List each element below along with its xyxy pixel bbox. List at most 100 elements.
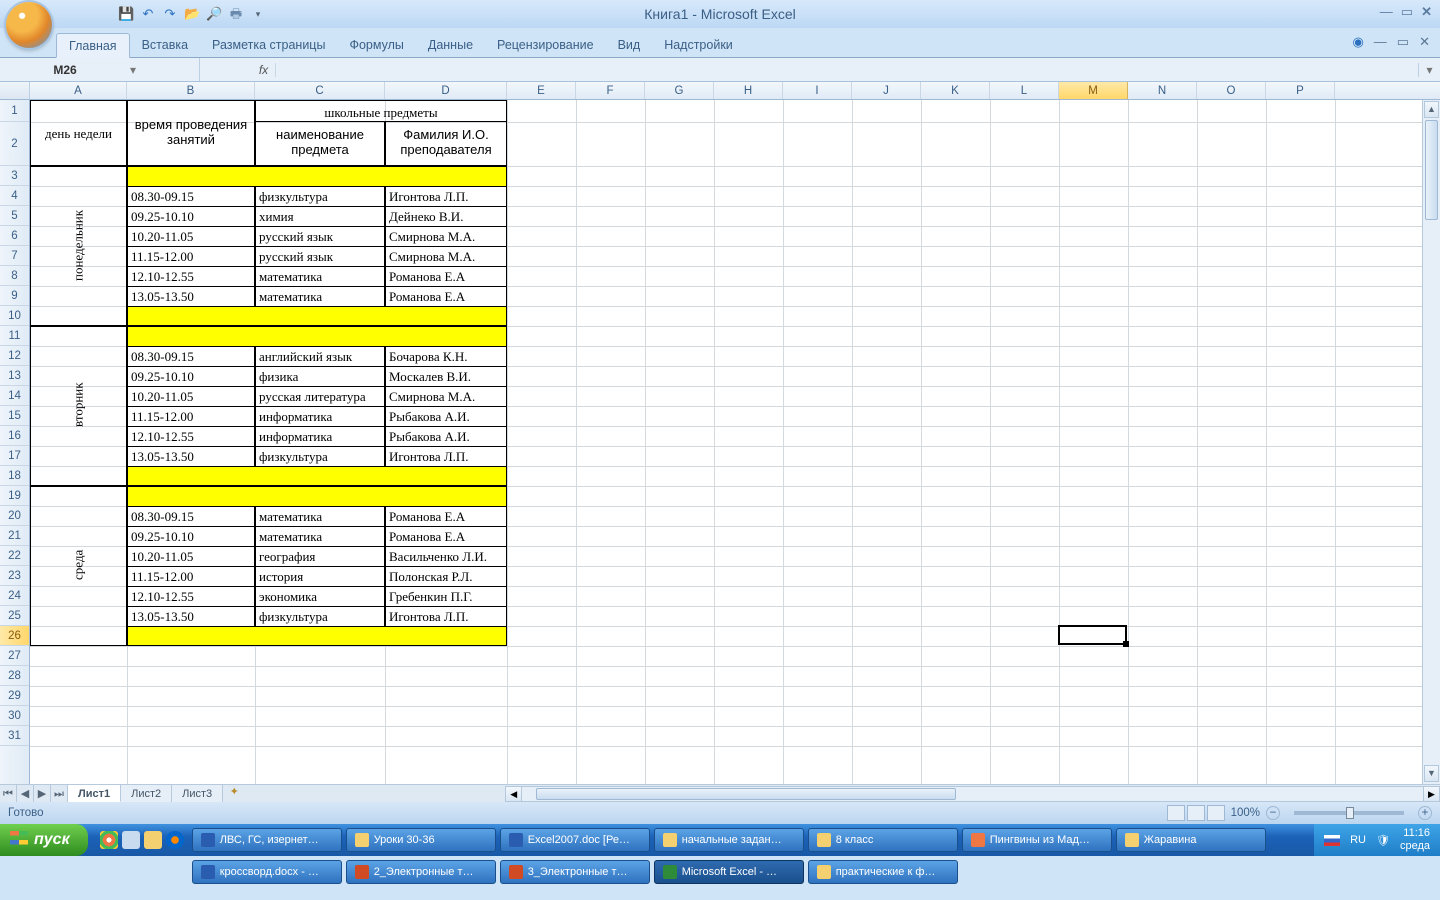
time-2-2[interactable]: 10.20-11.05 [127, 546, 255, 566]
teacher-0-0[interactable]: Игонтова Л.П. [385, 186, 507, 206]
normal-view-icon[interactable] [1167, 805, 1185, 821]
hdr-subject-name[interactable]: наименованиепредмета [255, 122, 385, 166]
tray-flag-icon[interactable] [1324, 835, 1340, 846]
teacher-2-4[interactable]: Гребенкин П.Г. [385, 586, 507, 606]
subj-0-2[interactable]: русский язык [255, 226, 385, 246]
time-0-4[interactable]: 12.10-12.55 [127, 266, 255, 286]
hdr-teacher[interactable]: Фамилия И.О.преподавателя [385, 122, 507, 166]
hscroll-thumb[interactable] [536, 788, 956, 800]
sheet-tab-1[interactable]: Лист2 [121, 785, 172, 802]
hdr-day[interactable]: день недели [30, 100, 127, 166]
yellow-bot-0[interactable] [127, 306, 507, 326]
row-header-30[interactable]: 30 [0, 706, 29, 726]
row-header-9[interactable]: 9 [0, 286, 29, 306]
col-header-D[interactable]: D [385, 82, 507, 99]
yellow-bot-1[interactable] [127, 466, 507, 486]
qat-dropdown-icon[interactable]: ▾ [250, 6, 266, 22]
page-break-view-icon[interactable] [1207, 805, 1225, 821]
task-9[interactable]: 3_Электронные т… [500, 860, 650, 884]
task-6[interactable]: Жаравина [1116, 828, 1266, 852]
name-box-dropdown-icon[interactable]: ▾ [130, 63, 144, 77]
teacher-1-3[interactable]: Рыбакова А.И. [385, 406, 507, 426]
teacher-1-2[interactable]: Смирнова М.А. [385, 386, 507, 406]
ribbon-tab-4[interactable]: Данные [416, 33, 485, 57]
teacher-2-2[interactable]: Васильченко Л.И. [385, 546, 507, 566]
row-header-25[interactable]: 25 [0, 606, 29, 626]
zoom-out-icon[interactable]: − [1266, 806, 1280, 820]
row-header-4[interactable]: 4 [0, 186, 29, 206]
row-header-29[interactable]: 29 [0, 686, 29, 706]
teacher-2-0[interactable]: Романова Е.А [385, 506, 507, 526]
subj-2-0[interactable]: математика [255, 506, 385, 526]
subj-2-5[interactable]: физкультура [255, 606, 385, 626]
subj-1-0[interactable]: английский язык [255, 346, 385, 366]
save-icon[interactable]: 💾 [118, 6, 134, 22]
tray-lang[interactable]: RU [1350, 834, 1366, 846]
subj-1-5[interactable]: физкультура [255, 446, 385, 466]
help-icon[interactable]: ◉ [1352, 34, 1363, 50]
row-header-31[interactable]: 31 [0, 726, 29, 746]
restore-icon[interactable]: ▭ [1401, 4, 1413, 20]
row-header-13[interactable]: 13 [0, 366, 29, 386]
col-header-C[interactable]: C [255, 82, 385, 99]
scroll-right-icon[interactable]: ▶ [1423, 786, 1440, 802]
row-header-10[interactable]: 10 [0, 306, 29, 326]
subj-2-1[interactable]: математика [255, 526, 385, 546]
sheet-nav-prev-icon[interactable]: ◀ [17, 785, 34, 802]
col-header-F[interactable]: F [576, 82, 645, 99]
col-header-P[interactable]: P [1266, 82, 1335, 99]
col-header-N[interactable]: N [1128, 82, 1197, 99]
row-header-20[interactable]: 20 [0, 506, 29, 526]
time-1-1[interactable]: 09.25-10.10 [127, 366, 255, 386]
row-header-8[interactable]: 8 [0, 266, 29, 286]
subj-0-1[interactable]: химия [255, 206, 385, 226]
open-icon[interactable]: 📂 [184, 6, 200, 22]
subj-1-4[interactable]: информатика [255, 426, 385, 446]
redo-icon[interactable]: ↷ [162, 6, 178, 22]
col-header-M[interactable]: M [1059, 82, 1128, 99]
task-5[interactable]: Пингвины из Мад… [962, 828, 1112, 852]
worksheet-grid[interactable]: 1234567891011121314151617181920212223242… [0, 100, 1440, 784]
teacher-1-1[interactable]: Москалев В.И. [385, 366, 507, 386]
sheet-nav-first-icon[interactable]: ⏮ [0, 785, 17, 802]
ribbon-tab-3[interactable]: Формулы [337, 33, 415, 57]
vscroll-thumb[interactable] [1425, 120, 1438, 220]
zoom-in-icon[interactable]: + [1418, 806, 1432, 820]
row-header-21[interactable]: 21 [0, 526, 29, 546]
row-header-27[interactable]: 27 [0, 646, 29, 666]
row-header-17[interactable]: 17 [0, 446, 29, 466]
day-0[interactable]: понедельник [30, 166, 127, 326]
col-header-E[interactable]: E [507, 82, 576, 99]
ribbon-tab-1[interactable]: Вставка [130, 33, 200, 57]
row-header-19[interactable]: 19 [0, 486, 29, 506]
col-header-O[interactable]: O [1197, 82, 1266, 99]
time-0-0[interactable]: 08.30-09.15 [127, 186, 255, 206]
scroll-down-icon[interactable]: ▼ [1424, 765, 1439, 782]
row-header-23[interactable]: 23 [0, 566, 29, 586]
close-icon[interactable]: ✕ [1421, 4, 1432, 20]
row-header-22[interactable]: 22 [0, 546, 29, 566]
teacher-0-3[interactable]: Смирнова М.А. [385, 246, 507, 266]
col-header-J[interactable]: J [852, 82, 921, 99]
teacher-2-1[interactable]: Романова Е.А [385, 526, 507, 546]
subj-0-4[interactable]: математика [255, 266, 385, 286]
time-1-3[interactable]: 11.15-12.00 [127, 406, 255, 426]
teacher-2-5[interactable]: Игонтова Л.П. [385, 606, 507, 626]
task-7[interactable]: кроссворд.docx - … [192, 860, 342, 884]
ql-media-icon[interactable] [166, 831, 184, 849]
task-1[interactable]: Уроки 30-36 [346, 828, 496, 852]
ql-explorer-icon[interactable] [144, 831, 162, 849]
row-header-26[interactable]: 26 [0, 626, 29, 646]
task-11[interactable]: практические к ф… [808, 860, 958, 884]
subj-2-3[interactable]: история [255, 566, 385, 586]
teacher-1-4[interactable]: Рыбакова А.И. [385, 426, 507, 446]
row-header-18[interactable]: 18 [0, 466, 29, 486]
time-1-4[interactable]: 12.10-12.55 [127, 426, 255, 446]
new-sheet-icon[interactable]: ✦ [223, 785, 245, 802]
row-header-11[interactable]: 11 [0, 326, 29, 346]
subj-2-2[interactable]: география [255, 546, 385, 566]
row-header-24[interactable]: 24 [0, 586, 29, 606]
minimize-icon[interactable]: ― [1380, 4, 1393, 20]
doc-restore-icon[interactable]: ▭ [1397, 34, 1409, 50]
col-header-L[interactable]: L [990, 82, 1059, 99]
